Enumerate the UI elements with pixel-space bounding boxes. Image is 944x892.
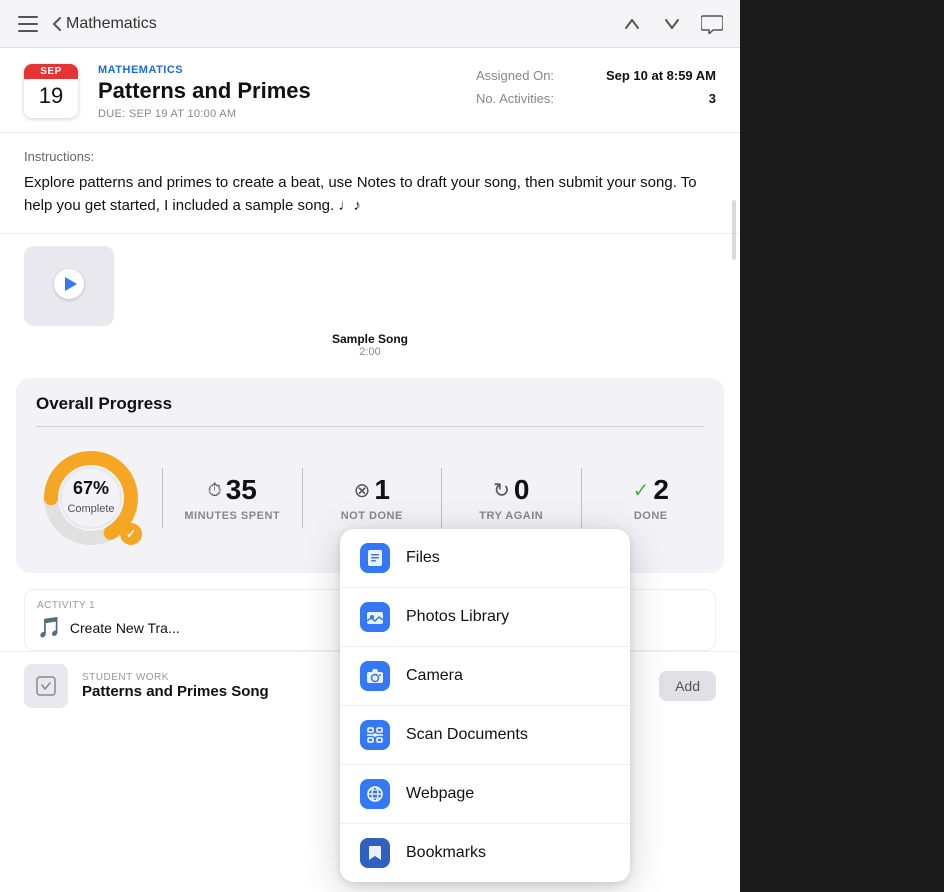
song-title: Sample Song [24,332,716,346]
sample-song-container: Sample Song 2:00 [0,234,740,378]
back-button[interactable]: Mathematics [52,15,157,33]
stat-notdone-label: NOT DONE [341,510,403,522]
assigned-on-value: Sep 10 at 8:59 AM [606,68,716,83]
assignment-header: SEP 19 MATHEMATICS Patterns and Primes D… [0,48,740,133]
play-button[interactable] [54,269,84,299]
stat-minutes-label: MINUTES SPENT [184,510,280,522]
progress-divider [36,426,704,427]
dropdown-menu: Files Photos Library Camera [340,529,630,882]
menu-item-files[interactable]: Files [340,529,630,588]
notdone-icon: ⊗ [354,478,371,503]
progress-title: Overall Progress [36,394,704,414]
top-bar-actions [620,12,724,36]
assigned-on-row: Assigned On: Sep 10 at 8:59 AM [476,68,716,83]
donut-complete-label: Complete [67,503,114,515]
add-button[interactable]: Add [659,671,716,701]
activity-1-row: 🎵 Create New Tra... [37,615,351,640]
camera-label: Camera [406,667,463,685]
subject-label: MATHEMATICS [98,64,456,76]
stat-minutes-top: ⏱ 35 [208,474,257,506]
menu-item-webpage[interactable]: Webpage [340,765,630,824]
stat-notdone: ⊗ 1 NOT DONE [319,474,426,522]
stat-done-value: 2 [653,474,669,506]
scroll-indicator[interactable] [732,200,736,260]
no-activities-value: 3 [709,91,716,106]
photos-label: Photos Library [406,608,509,626]
assigned-on-label: Assigned On: [476,68,554,83]
no-activities-label: No. Activities: [476,91,554,106]
files-icon [360,543,390,573]
bookmarks-label: Bookmarks [406,844,486,862]
stat-done-top: ✓ 2 [633,474,669,506]
instructions-section: Instructions: Explore patterns and prime… [0,133,740,234]
photos-icon [360,602,390,632]
nav-up-button[interactable] [620,12,644,36]
top-bar: Mathematics [0,0,740,48]
comment-button[interactable] [700,12,724,36]
calendar-day: 19 [24,79,78,113]
due-date: DUE: SEP 19 AT 10:00 AM [98,108,456,120]
play-icon [65,277,77,291]
assignment-meta: Assigned On: Sep 10 at 8:59 AM No. Activ… [476,64,716,120]
instructions-label: Instructions: [24,149,716,164]
stat-tryagain-label: TRY AGAIN [479,510,543,522]
stat-notdone-top: ⊗ 1 [354,474,390,506]
sample-song-thumbnail[interactable] [24,246,114,326]
stat-minutes: ⏱ 35 MINUTES SPENT [179,474,286,522]
assignment-title: Patterns and Primes [98,78,456,104]
stat-divider-3 [441,468,442,528]
menu-item-bookmarks[interactable]: Bookmarks [340,824,630,882]
donut-chart: 67% Complete ✓ [36,443,146,553]
back-label: Mathematics [66,15,157,33]
scan-label: Scan Documents [406,726,528,744]
calendar-icon: SEP 19 [24,64,78,118]
done-icon: ✓ [633,478,650,503]
sidebar-toggle[interactable] [16,12,40,36]
stat-tryagain-top: ↻ 0 [493,474,529,506]
activity-1-name: Create New Tra... [70,620,180,636]
stat-divider-2 [302,468,303,528]
stat-done: ✓ 2 DONE [598,474,705,522]
stat-divider-4 [581,468,582,528]
stat-minutes-value: 35 [226,474,257,506]
instructions-text: Explore patterns and primes to create a … [24,172,716,217]
donut-check-icon: ✓ [120,523,142,545]
no-activities-row: No. Activities: 3 [476,91,716,106]
calendar-month: SEP [24,64,78,79]
work-icon [24,664,68,708]
tryagain-icon: ↻ [493,478,510,503]
stat-tryagain: ↻ 0 TRY AGAIN [458,474,565,522]
nav-down-button[interactable] [660,12,684,36]
donut-percent: 67% [67,479,114,499]
activity-1-icon: 🎵 [37,615,62,640]
scan-icon [360,720,390,750]
webpage-icon [360,779,390,809]
song-duration: 2:00 [24,346,716,358]
stat-notdone-value: 1 [374,474,390,506]
menu-item-camera[interactable]: Camera [340,647,630,706]
activity-1-number: ACTIVITY 1 [37,600,351,611]
menu-item-photos[interactable]: Photos Library [340,588,630,647]
assignment-info: MATHEMATICS Patterns and Primes DUE: SEP… [98,64,456,120]
bookmarks-icon [360,838,390,868]
stat-tryagain-value: 0 [514,474,530,506]
webpage-label: Webpage [406,785,474,803]
camera-icon [360,661,390,691]
stat-done-label: DONE [634,510,668,522]
menu-item-scan[interactable]: Scan Documents [340,706,630,765]
activity-card-1[interactable]: ACTIVITY 1 🎵 Create New Tra... [24,589,364,651]
donut-center: 67% Complete [67,479,114,517]
stat-divider-1 [162,468,163,528]
files-label: Files [406,549,440,567]
clock-icon: ⏱ [208,480,222,501]
right-panel [740,0,944,892]
